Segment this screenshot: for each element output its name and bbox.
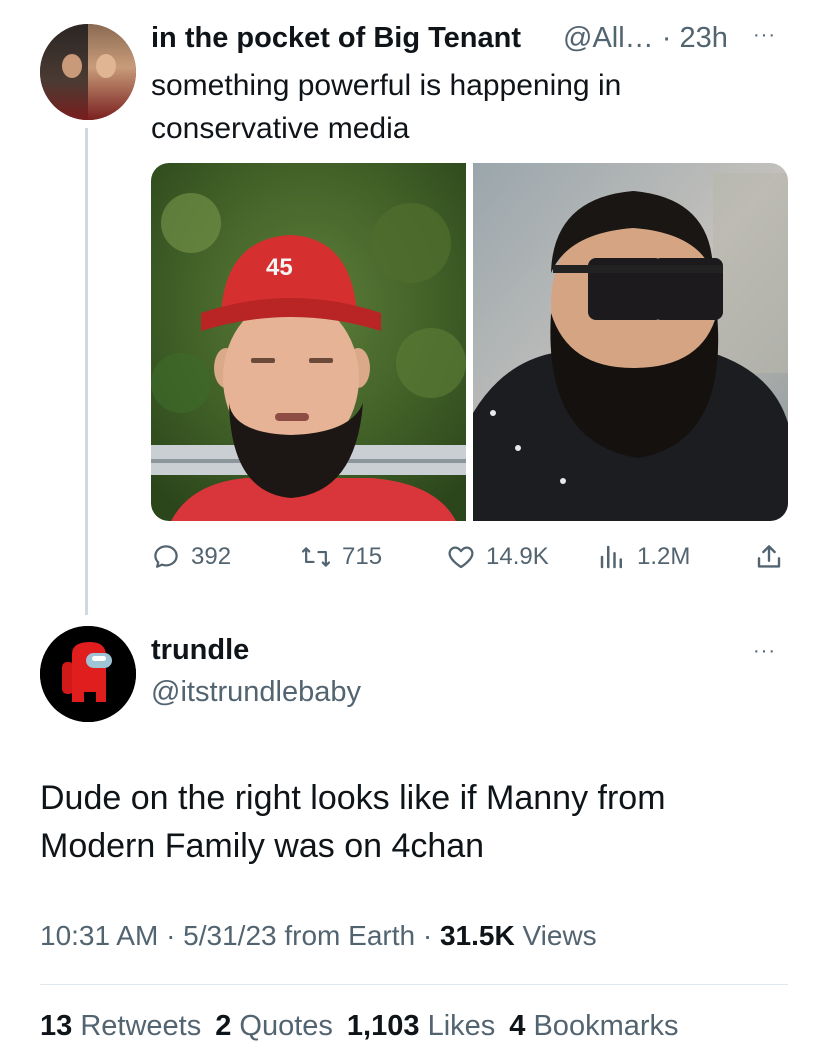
reply-timestamp[interactable]: 10:31 AM · 5/31/23 from Earth ·	[40, 920, 440, 951]
views-button[interactable]: 1.2M	[597, 540, 690, 574]
reply-views-count: 31.5K	[439, 920, 515, 951]
tweet-text: something powerful is happening in conse…	[151, 69, 622, 145]
author-name[interactable]: in the pocket of Big Tenant	[151, 22, 521, 55]
engagement-stats: 13 Retweets 2 Quotes 1,103 Likes 4 Bookmark…	[40, 1010, 679, 1043]
author-handle-time[interactable]: @All… · 23h	[563, 22, 728, 55]
reply-author-handle[interactable]: @itstrundlebaby	[151, 676, 361, 709]
tweet-media[interactable]: 45	[151, 163, 788, 521]
more-options-button[interactable]: ···	[753, 24, 776, 47]
bookmarks-stat-count: 4	[509, 1010, 526, 1042]
retweets-stat[interactable]: 13 Retweets	[40, 1010, 201, 1042]
reply-more-options-button[interactable]: ···	[753, 640, 776, 663]
share-button[interactable]	[754, 540, 794, 574]
reply-text: Dude on the right looks like if Manny fr…	[40, 779, 666, 865]
views-icon	[600, 545, 622, 569]
reply-count: 392	[191, 543, 232, 570]
retweets-stat-count: 13	[40, 1010, 73, 1042]
retweets-stat-label: Retweets	[80, 1010, 202, 1042]
amongus-avatar-icon	[40, 626, 136, 722]
reply-views-label: Views	[514, 920, 597, 951]
retweet-button[interactable]: 715	[300, 540, 382, 574]
likes-stat-label: Likes	[427, 1010, 496, 1042]
thread-line	[85, 128, 88, 615]
quotes-stat-label: Quotes	[239, 1010, 333, 1042]
likes-stat[interactable]: 1,103 Likes	[347, 1010, 495, 1042]
divider	[40, 984, 788, 985]
retweet-count: 715	[342, 543, 383, 570]
like-count: 14.9K	[486, 543, 549, 570]
likes-stat-count: 1,103	[346, 1010, 420, 1042]
views-count: 1.2M	[637, 543, 691, 570]
cap-logo: 45	[266, 254, 293, 281]
bookmarks-stat[interactable]: 4 Bookmarks	[509, 1010, 678, 1042]
photo-right[interactable]	[473, 163, 788, 521]
like-button[interactable]: 14.9K	[446, 540, 549, 574]
reply-author-name[interactable]: trundle	[151, 634, 249, 667]
retweet-icon	[301, 547, 331, 567]
heart-icon	[448, 546, 474, 569]
bookmarks-stat-label: Bookmarks	[533, 1010, 679, 1042]
reply-button[interactable]: 392	[151, 540, 231, 574]
quotes-stat-count: 2	[215, 1010, 232, 1042]
photo-left[interactable]: 45	[151, 163, 466, 521]
reply-meta: 10:31 AM · 5/31/23 from Earth · 31.5K Vi…	[40, 920, 597, 952]
share-icon	[757, 545, 781, 568]
reply-author-avatar[interactable]	[40, 626, 136, 722]
author-avatar[interactable]	[40, 24, 136, 120]
reply-icon	[154, 545, 178, 568]
quotes-stat[interactable]: 2 Quotes	[215, 1010, 333, 1042]
